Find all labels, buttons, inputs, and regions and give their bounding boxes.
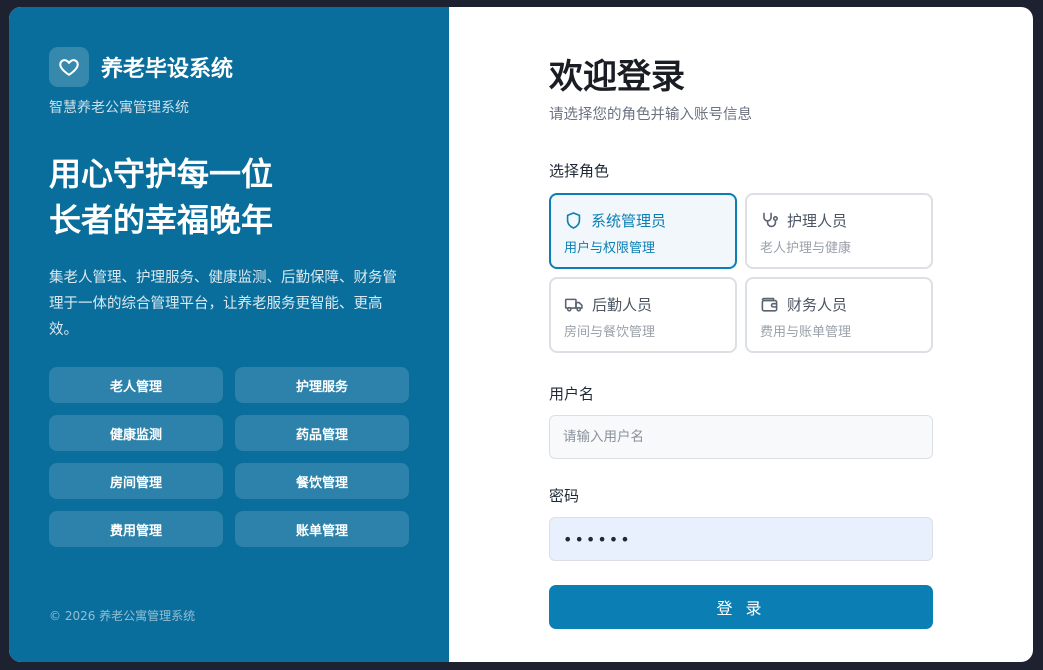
- hero-line-1: 用心守护每一位: [49, 155, 274, 193]
- feature-tag: 健康监测: [49, 415, 223, 451]
- login-title: 欢迎登录: [549, 57, 685, 97]
- feature-tag: 费用管理: [49, 511, 223, 547]
- role-name: 护理人员: [787, 211, 848, 230]
- stethoscope-icon: [763, 212, 778, 227]
- role-name: 财务人员: [787, 295, 848, 314]
- copyright-text: © 2026 养老公寓管理系统: [49, 609, 196, 623]
- truck-icon: [564, 298, 583, 312]
- feature-grid: 老人管理 护理服务 健康监测 药品管理 房间管理 餐饮管理 费用管理 账单管理: [49, 367, 409, 547]
- feature-tag: 老人管理: [49, 367, 223, 403]
- role-desc: 老人护理与健康: [760, 241, 852, 256]
- feature-tag: 护理服务: [235, 367, 409, 403]
- brand-title: 养老毕设系统: [101, 57, 234, 82]
- role-head: 系统管理员: [564, 209, 735, 231]
- feature-tag: 餐饮管理: [235, 463, 409, 499]
- shield-icon: [566, 211, 581, 229]
- brand-subtitle: 智慧养老公寓管理系统: [49, 100, 189, 116]
- brand-panel: 养老毕设系统 智慧养老公寓管理系统 用心守护每一位 长者的幸福晚年 集老人管理、…: [9, 7, 449, 662]
- password-label: 密码: [549, 487, 580, 505]
- username-label: 用户名: [549, 385, 595, 403]
- role-option-finance[interactable]: 财务人员 费用与账单管理: [745, 277, 933, 353]
- username-input[interactable]: [549, 415, 933, 459]
- hero-headline: 用心守护每一位 长者的幸福晚年: [49, 151, 409, 243]
- role-option-admin[interactable]: 系统管理员 用户与权限管理: [549, 193, 737, 269]
- login-window: 养老毕设系统 智慧养老公寓管理系统 用心守护每一位 长者的幸福晚年 集老人管理、…: [9, 7, 1033, 662]
- role-head: 后勤人员: [564, 293, 735, 315]
- password-input[interactable]: [549, 517, 933, 561]
- hero-line-2: 长者的幸福晚年: [49, 201, 274, 239]
- login-subtitle: 请选择您的角色并输入账号信息: [549, 107, 752, 123]
- role-name: 后勤人员: [592, 295, 653, 314]
- brand-header: 养老毕设系统: [49, 47, 409, 87]
- feature-tag: 药品管理: [235, 415, 409, 451]
- heart-icon: [49, 47, 89, 87]
- role-head: 护理人员: [760, 209, 931, 231]
- role-desc: 房间与餐饮管理: [564, 325, 656, 340]
- role-desc: 用户与权限管理: [564, 241, 656, 256]
- feature-tag: 账单管理: [235, 511, 409, 547]
- feature-tag: 房间管理: [49, 463, 223, 499]
- role-selector: 系统管理员 用户与权限管理 护理人员 老人护理与健康 后勤人员 房间与餐饮管理 …: [549, 193, 1033, 353]
- role-desc: 费用与账单管理: [760, 325, 852, 340]
- hero-description: 集老人管理、护理服务、健康监测、后勤保障、财务管理于一体的综合管理平台，让养老服…: [49, 270, 397, 338]
- wallet-icon: [761, 297, 778, 312]
- role-option-nurse[interactable]: 护理人员 老人护理与健康: [745, 193, 933, 269]
- login-button[interactable]: 登 录: [549, 585, 933, 629]
- role-name: 系统管理员: [591, 211, 667, 230]
- role-option-logistics[interactable]: 后勤人员 房间与餐饮管理: [549, 277, 737, 353]
- role-head: 财务人员: [760, 293, 931, 315]
- login-panel: 欢迎登录 请选择您的角色并输入账号信息 选择角色 系统管理员 用户与权限管理 护…: [449, 7, 1033, 662]
- role-label: 选择角色: [549, 162, 610, 180]
